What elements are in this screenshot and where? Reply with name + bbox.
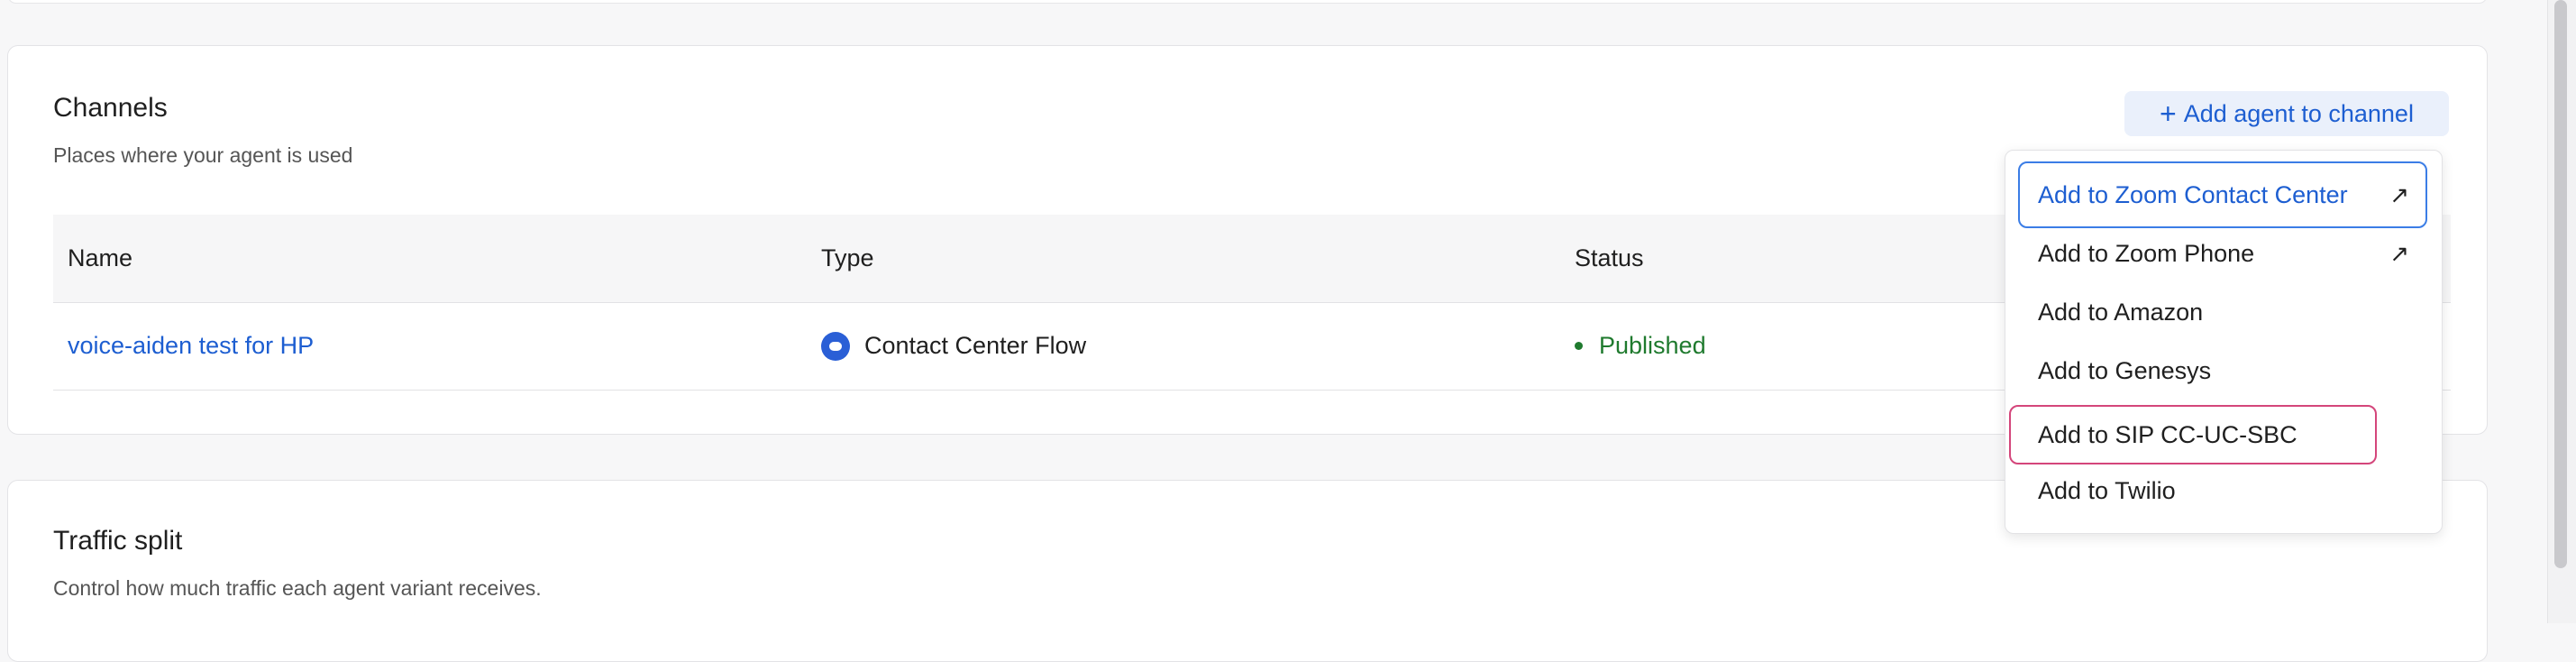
external-link-icon: ↗ [2389, 239, 2409, 267]
add-agent-to-channel-label: Add agent to channel [2183, 99, 2414, 127]
contact-center-icon [821, 331, 850, 361]
menu-item-label: Add to Genesys [2038, 356, 2212, 384]
status-badge: Published [1575, 302, 1706, 390]
column-header-status: Status [1575, 244, 1644, 271]
menu-item-label: Add to Zoom Phone [2038, 239, 2255, 267]
menu-item-sip-cc-uc-sbc[interactable]: Add to SIP CC-UC-SBC [2005, 405, 2442, 464]
previous-section-card [7, 0, 2488, 4]
channel-name-link[interactable]: voice-aiden test for HP [68, 302, 314, 390]
menu-item-label: Add to Twilio [2038, 476, 2176, 504]
channels-title: Channels [53, 93, 168, 123]
menu-item-label: Add to SIP CC-UC-SBC [2038, 420, 2297, 448]
traffic-split-subtitle: Control how much traffic each agent vari… [53, 576, 542, 600]
menu-item-amazon[interactable]: Add to Amazon [2005, 282, 2442, 342]
menu-item-label: Add to Zoom Contact Center [2038, 180, 2348, 208]
traffic-split-title: Traffic split [53, 526, 183, 556]
channel-type-label: Contact Center Flow [864, 332, 1087, 359]
add-channel-dropdown-menu: Add to Zoom Contact Center ↗ Add to Zoom… [2005, 150, 2443, 534]
external-link-icon: ↗ [2389, 180, 2409, 208]
menu-item-genesys[interactable]: Add to Genesys [2005, 341, 2442, 400]
status-label: Published [1599, 332, 1706, 359]
channels-subtitle: Places where your agent is used [53, 143, 353, 167]
vertical-scrollbar-thumb[interactable] [2554, 0, 2567, 568]
menu-item-zoom-contact-center[interactable]: Add to Zoom Contact Center ↗ [2005, 165, 2442, 225]
menu-item-label: Add to Amazon [2038, 298, 2204, 326]
menu-item-zoom-phone[interactable]: Add to Zoom Phone ↗ [2005, 224, 2442, 283]
add-agent-to-channel-button[interactable]: + Add agent to channel [2124, 91, 2449, 136]
menu-item-twilio[interactable]: Add to Twilio [2005, 461, 2442, 520]
channel-type-cell: Contact Center Flow [821, 302, 1086, 390]
column-header-type: Type [821, 244, 874, 271]
column-header-name: Name [68, 244, 133, 271]
status-dot-icon [1575, 342, 1583, 350]
plus-icon: + [2160, 97, 2177, 130]
